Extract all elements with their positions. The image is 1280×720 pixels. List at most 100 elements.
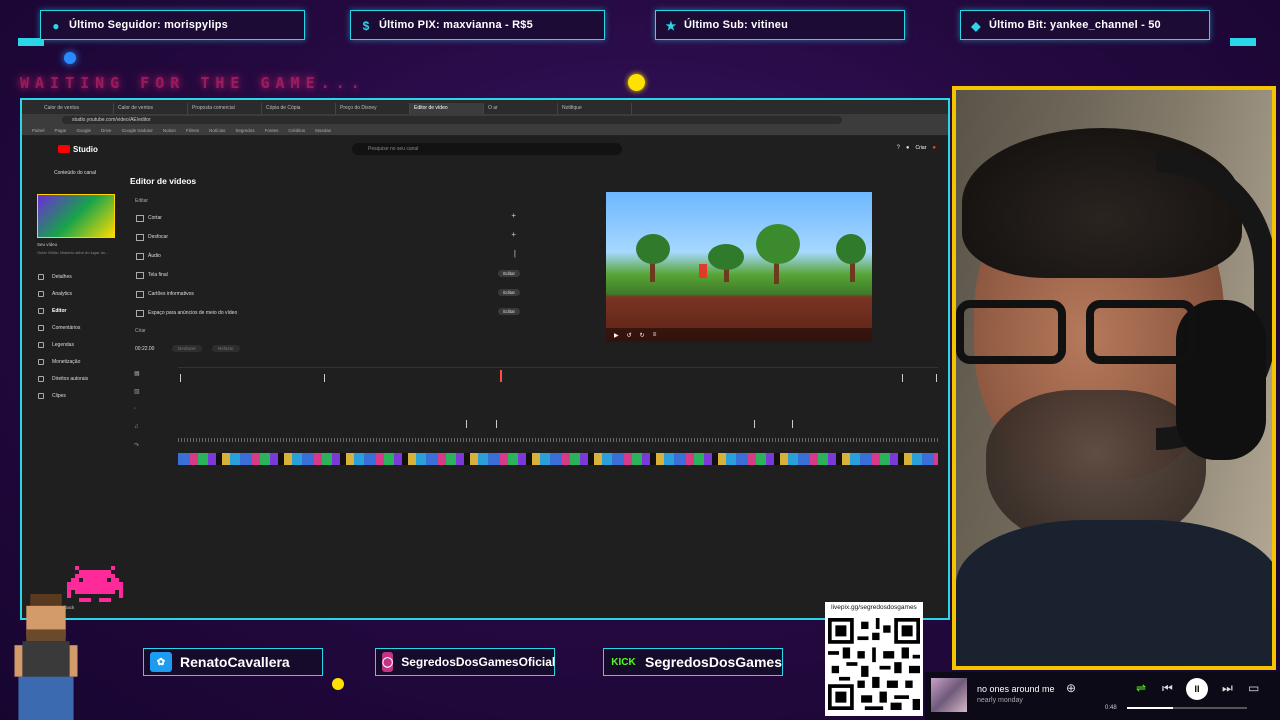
sidebar-item-label: Direitos autorais — [52, 375, 89, 382]
playhead[interactable] — [500, 370, 502, 382]
marker[interactable] — [180, 374, 181, 382]
browser-tab[interactable]: Notifique — [558, 103, 632, 114]
browser-tab[interactable]: O ar — [484, 103, 558, 114]
bookmark[interactable]: Google tradutor — [122, 128, 153, 133]
mute-track-icon: ◦ — [134, 406, 137, 412]
sidebar-item-comments[interactable]: Comentários — [22, 319, 122, 336]
video-preview[interactable]: ▶ ↺ ↻ ≡ — [606, 192, 872, 342]
kick-icon: KICK — [611, 656, 636, 668]
marker[interactable] — [466, 420, 467, 428]
tool-label: Espaço para anúncios de meio do vídeo — [148, 309, 238, 316]
bookmark[interactable]: Filmes — [186, 128, 199, 133]
bookmark[interactable]: Google — [77, 128, 92, 133]
add-icon[interactable]: + — [511, 211, 516, 220]
timecode: 00:22.00 — [135, 346, 155, 352]
audio-track-icon: ♫ — [134, 424, 139, 430]
redo-button[interactable]: Refazer — [212, 345, 240, 352]
song-artist: nearly monday — [977, 697, 1023, 704]
tool-end-screen[interactable]: Tela final Editar — [135, 265, 525, 284]
tool-blur[interactable]: Desfocar + — [135, 227, 525, 246]
add-icon[interactable]: ⊕ — [1066, 681, 1076, 695]
card-track[interactable] — [178, 418, 938, 430]
bookmark[interactable]: Créditos — [288, 128, 305, 133]
sidebar-item-monetization[interactable]: Monetização — [22, 353, 122, 370]
tool-trim[interactable]: Cortar + — [135, 208, 525, 227]
undo-button[interactable]: Desfazer — [172, 345, 203, 352]
browser-tab[interactable]: Calor de ventos — [114, 103, 188, 114]
alerts-bar: ● Último Seguidor: morispylips $ Último … — [0, 0, 1280, 50]
sidebar-item-subtitles[interactable]: Legendas — [22, 336, 122, 353]
subtitles-icon — [38, 341, 44, 348]
rewind-icon[interactable]: ↺ — [627, 332, 632, 339]
marker[interactable] — [902, 374, 903, 382]
timeline: 00:22.00 Desfazer Refazer ▦ ▧ ◦ ♫ ↷ — [130, 345, 940, 486]
video-filmstrip[interactable] — [178, 453, 938, 465]
bookmark[interactable]: Fontes — [265, 128, 279, 133]
avatar[interactable]: ● — [932, 145, 936, 151]
video-thumbnail[interactable] — [37, 194, 115, 238]
url-input[interactable]: studio.youtube.com/video/AE/editor — [62, 116, 842, 124]
progress-bar[interactable] — [1127, 707, 1247, 709]
next-icon[interactable]: ⏭ — [1222, 681, 1233, 696]
tool-audio[interactable]: Áudio | — [135, 246, 525, 265]
last-follower-alert: ● Último Seguidor: morispylips — [40, 10, 305, 40]
bookmark[interactable]: Notion — [163, 128, 176, 133]
create-button[interactable]: Criar — [916, 145, 927, 151]
tool-mid-roll-ads[interactable]: Espaço para anúncios de meio do vídeo Edi… — [135, 303, 525, 322]
browser-tab-active[interactable]: Editor de vídeo — [410, 103, 484, 114]
back-to-content-link[interactable]: Conteúdo do canal — [22, 170, 122, 184]
marker[interactable] — [754, 420, 755, 428]
scissors-icon — [38, 392, 44, 399]
browser-tab[interactable]: Preço do Disney — [336, 103, 410, 114]
sidebar-item-analytics[interactable]: Analytics — [22, 285, 122, 302]
cast-icon[interactable]: ▭ — [1248, 681, 1259, 695]
end-screen-track[interactable] — [178, 372, 938, 384]
bookmark[interactable]: Segredos — [235, 128, 254, 133]
tool-info-cards[interactable]: Cartões informativos Editar — [135, 284, 525, 303]
bookmark[interactable]: Pagar — [55, 128, 67, 133]
browser-tab[interactable]: Cópia de Cópia — [262, 103, 336, 114]
help-icon[interactable]: ? — [897, 145, 900, 151]
marker[interactable] — [936, 374, 937, 382]
blur-track-icon: ▦ — [134, 371, 140, 377]
studio-logo[interactable]: Studio — [58, 145, 98, 154]
create-icon[interactable]: ● — [906, 145, 910, 151]
browser-tab[interactable]: Calor de ventos — [40, 103, 114, 114]
bookmark[interactable]: Moedas — [315, 128, 331, 133]
sidebar-item-editor[interactable]: Editor — [22, 302, 122, 319]
sidebar-menu: Detalhes Analytics Editor Comentários Le… — [22, 268, 122, 404]
marker[interactable] — [792, 420, 793, 428]
person-shirt — [956, 520, 1272, 666]
social-handle: SegredosDosGames — [645, 654, 782, 670]
bookmark[interactable]: Painel — [32, 128, 45, 133]
sidebar-item-label: Editor — [52, 307, 67, 314]
sidebar-item-clips[interactable]: Clipes — [22, 387, 122, 404]
tree — [756, 224, 800, 264]
webcam-feed — [952, 86, 1276, 670]
skip-icon[interactable]: ≡ — [653, 332, 657, 338]
edit-button[interactable]: Editar — [498, 270, 520, 277]
shuffle-icon[interactable]: ⇌ — [1136, 681, 1146, 695]
audio-waveform[interactable] — [178, 438, 938, 442]
studio-search-input[interactable]: Pesquise no seu canal — [352, 143, 622, 155]
edit-button[interactable]: Editar — [498, 308, 520, 315]
add-icon[interactable]: + — [511, 230, 516, 239]
forward-icon[interactable]: ↻ — [640, 332, 645, 339]
sidebar-item-copyright[interactable]: Direitos autorais — [22, 370, 122, 387]
pause-button[interactable]: II — [1186, 678, 1208, 700]
marker[interactable] — [496, 420, 497, 428]
edit-button[interactable]: Editar — [498, 289, 520, 296]
deco-dot — [628, 74, 645, 91]
marker[interactable] — [324, 374, 325, 382]
create-section-label: Criar — [135, 328, 146, 334]
sidebar-item-details[interactable]: Detalhes — [22, 268, 122, 285]
glasses-lens — [956, 300, 1066, 364]
play-icon[interactable]: ▶ — [614, 332, 619, 339]
previous-icon[interactable]: ⏮ — [1162, 681, 1173, 696]
browser-tab[interactable]: Proposta comercial — [188, 103, 262, 114]
editor-section-label: Editar — [135, 198, 149, 204]
bookmark[interactable]: Notícias — [209, 128, 225, 133]
captured-screen: Calor de ventos Calor de ventos Proposta… — [20, 98, 950, 620]
twitter-icon: ✿ — [150, 652, 172, 672]
bookmark[interactable]: Drive — [101, 128, 112, 133]
